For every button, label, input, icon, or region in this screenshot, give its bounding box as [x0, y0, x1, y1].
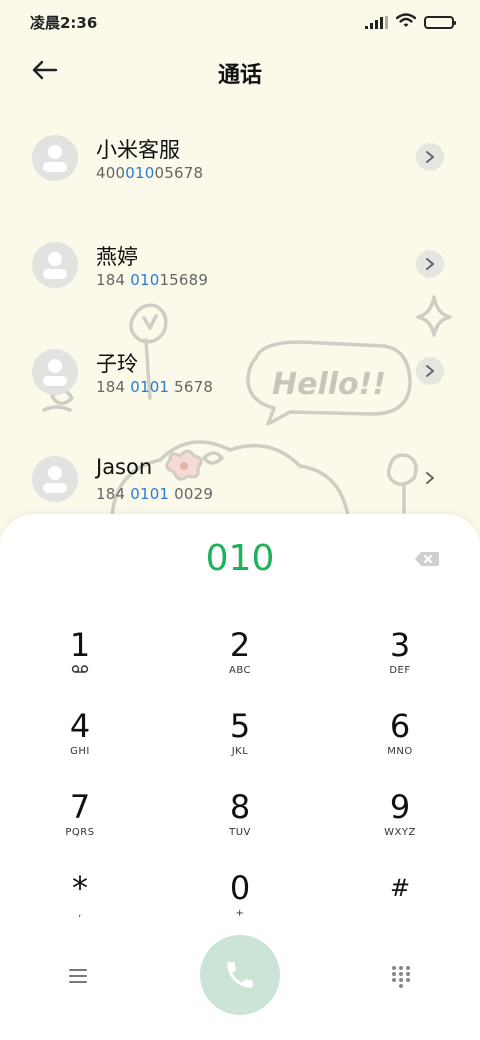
- avatar-icon: [32, 349, 78, 395]
- contact-detail-button[interactable]: [416, 143, 444, 171]
- key-9[interactable]: 9 WXYZ: [340, 788, 460, 858]
- contact-number: 184 0101 0029: [96, 485, 214, 503]
- key-8[interactable]: 8 TUV: [180, 788, 300, 858]
- key-6[interactable]: 6 MNO: [340, 707, 460, 777]
- key-letters: DEF: [389, 665, 411, 676]
- contact-detail-button[interactable]: [416, 357, 444, 385]
- contact-number: 184 01015689: [96, 271, 209, 289]
- key-letters: WXYZ: [384, 827, 416, 838]
- chevron-right-icon: [426, 365, 434, 377]
- menu-button[interactable]: [66, 966, 90, 986]
- key-digit: #: [389, 874, 411, 902]
- key-digit: 3: [389, 626, 411, 664]
- page-title: 通话: [217, 63, 262, 88]
- status-bar: 凌晨2:36: [0, 0, 480, 44]
- dialpad-panel: 010 1 2 ABC 3 DEF 4 GHI 5 JKL 6 MNO 7 PQ…: [0, 514, 480, 1040]
- avatar-icon: [32, 242, 78, 288]
- key-5[interactable]: 5 JKL: [180, 707, 300, 777]
- key-letters: JKL: [231, 746, 249, 757]
- key-digit: 7: [69, 788, 91, 826]
- chevron-right-icon: [426, 151, 434, 163]
- dialpad-toggle-button[interactable]: [390, 964, 412, 988]
- key-digit: 8: [229, 788, 251, 826]
- dialpad-grid-icon: [392, 966, 410, 988]
- key-1[interactable]: 1: [20, 626, 140, 696]
- key-3[interactable]: 3 DEF: [340, 626, 460, 696]
- key-digit: *: [72, 869, 88, 907]
- status-time: 凌晨2:36: [30, 14, 98, 32]
- backspace-icon: [415, 552, 439, 566]
- key-digit: 0: [229, 869, 251, 907]
- key-letters: ,: [78, 908, 82, 919]
- chevron-right-icon: [426, 258, 434, 270]
- key-letters: MNO: [387, 746, 413, 757]
- contact-name: 燕婷: [96, 245, 138, 269]
- key-star[interactable]: * ,: [20, 869, 140, 939]
- avatar-icon: [32, 456, 78, 502]
- key-digit: 5: [229, 707, 251, 745]
- key-digit: 6: [389, 707, 411, 745]
- chevron-right-icon: [426, 472, 434, 484]
- key-letters: TUV: [229, 827, 251, 838]
- contact-row[interactable]: 子玲 184 0101 5678: [0, 320, 480, 427]
- contact-number: 184 0101 5678: [96, 378, 214, 396]
- contact-name: 子玲: [96, 352, 138, 376]
- contact-row[interactable]: 小米客服 40001005678: [0, 106, 480, 213]
- key-letters: PQRS: [65, 827, 95, 838]
- phone-icon: [227, 962, 253, 988]
- contact-name: Jason: [96, 455, 153, 479]
- call-button[interactable]: [200, 935, 280, 1015]
- contact-number: 40001005678: [96, 164, 204, 182]
- header: 通话: [0, 48, 480, 92]
- backspace-button[interactable]: [414, 550, 440, 568]
- key-digit: 1: [69, 626, 91, 664]
- key-digit: 9: [389, 788, 411, 826]
- key-letters: GHI: [70, 746, 90, 757]
- contact-row[interactable]: 燕婷 184 01015689: [0, 213, 480, 320]
- key-2[interactable]: 2 ABC: [180, 626, 300, 696]
- menu-icon: [69, 969, 87, 983]
- key-7[interactable]: 7 PQRS: [20, 788, 140, 858]
- signal-icon: [365, 16, 388, 29]
- battery-icon: [424, 16, 456, 29]
- key-digit: 2: [229, 626, 251, 664]
- key-4[interactable]: 4 GHI: [20, 707, 140, 777]
- wifi-icon: [395, 13, 417, 32]
- key-letters: ABC: [228, 665, 251, 676]
- key-letters: +: [235, 908, 245, 919]
- contact-detail-button[interactable]: [416, 250, 444, 278]
- key-0[interactable]: 0 +: [180, 869, 300, 939]
- dialed-number: 010: [205, 538, 275, 579]
- status-icons: [365, 13, 456, 32]
- voicemail-icon: [20, 664, 140, 679]
- avatar-icon: [32, 135, 78, 181]
- contact-detail-button[interactable]: [416, 464, 444, 492]
- contact-list: 小米客服 40001005678 燕婷 184 01015689 子玲 184 …: [0, 106, 480, 534]
- key-digit: 4: [69, 707, 91, 745]
- key-hash[interactable]: #: [340, 869, 460, 939]
- contact-name: 小米客服: [96, 138, 180, 162]
